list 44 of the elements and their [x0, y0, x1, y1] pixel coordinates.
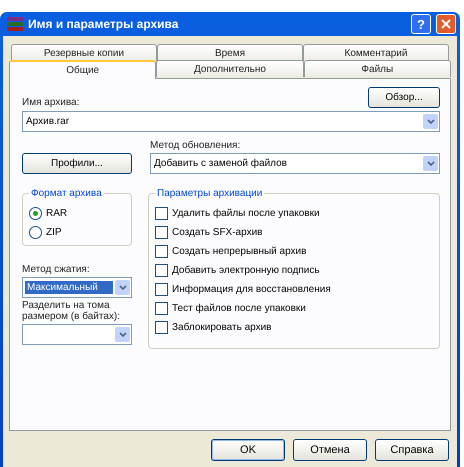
profiles-button[interactable]: Профили... — [22, 153, 132, 174]
checkbox[interactable] — [155, 321, 168, 334]
tab[interactable]: Комментарий — [303, 44, 449, 61]
radio-button[interactable] — [29, 226, 42, 239]
tab[interactable]: Время — [157, 44, 303, 61]
dialog-button[interactable]: OK — [211, 439, 285, 461]
checkbox-label: Удалить файлы после упаковки — [172, 208, 320, 219]
tab[interactable]: Дополнительно — [156, 60, 304, 77]
radio-button[interactable] — [29, 207, 42, 220]
group-title: Параметры архивации — [156, 188, 264, 199]
archive-name-field[interactable]: Архив.rar — [22, 111, 440, 132]
checkbox[interactable] — [155, 302, 168, 315]
browse-button[interactable]: Обзор... — [368, 87, 440, 108]
radio-label: ZIP — [46, 227, 62, 238]
group-title: Формат архива — [30, 188, 103, 199]
tab[interactable]: Резервные копии — [11, 44, 157, 61]
update-method-label: Метод обновления: — [150, 140, 242, 151]
update-method-dropdown[interactable]: Добавить с заменой файлов — [150, 153, 440, 174]
checkbox[interactable] — [155, 226, 168, 239]
archive-name-label: Имя архива: — [22, 97, 80, 108]
tab[interactable]: Файлы — [304, 60, 451, 77]
archive-icon — [7, 17, 23, 31]
dialog-button[interactable]: Справка — [375, 439, 449, 461]
checkbox[interactable] — [155, 245, 168, 258]
checkbox-label: Информация для восстановления — [172, 284, 331, 295]
split-volumes-dropdown[interactable] — [22, 324, 132, 345]
split-volumes-label: Разделить на тома размером (в байтах): — [22, 300, 122, 322]
checkbox-label: Заблокировать архив — [172, 322, 272, 333]
checkbox[interactable] — [155, 264, 168, 277]
window-title: Имя и параметры архива — [28, 17, 180, 31]
compression-method-dropdown[interactable]: Максимальный — [22, 277, 132, 298]
checkbox[interactable] — [155, 207, 168, 220]
checkbox[interactable] — [155, 283, 168, 296]
checkbox-label: Тест файлов после упаковки — [172, 303, 306, 314]
compression-method-label: Метод сжатия: — [22, 264, 91, 275]
checkbox-label: Создать непрерывный архив — [172, 246, 306, 257]
tab[interactable]: Общие — [9, 60, 156, 79]
checkbox-label: Добавить электронную подпись — [172, 265, 320, 276]
checkbox-label: Создать SFX-архив — [172, 227, 262, 238]
close-button[interactable] — [436, 14, 456, 34]
dialog-button[interactable]: Отмена — [293, 439, 367, 461]
close-icon — [441, 19, 451, 29]
help-button[interactable]: ? — [411, 14, 431, 34]
radio-label: RAR — [46, 208, 68, 219]
